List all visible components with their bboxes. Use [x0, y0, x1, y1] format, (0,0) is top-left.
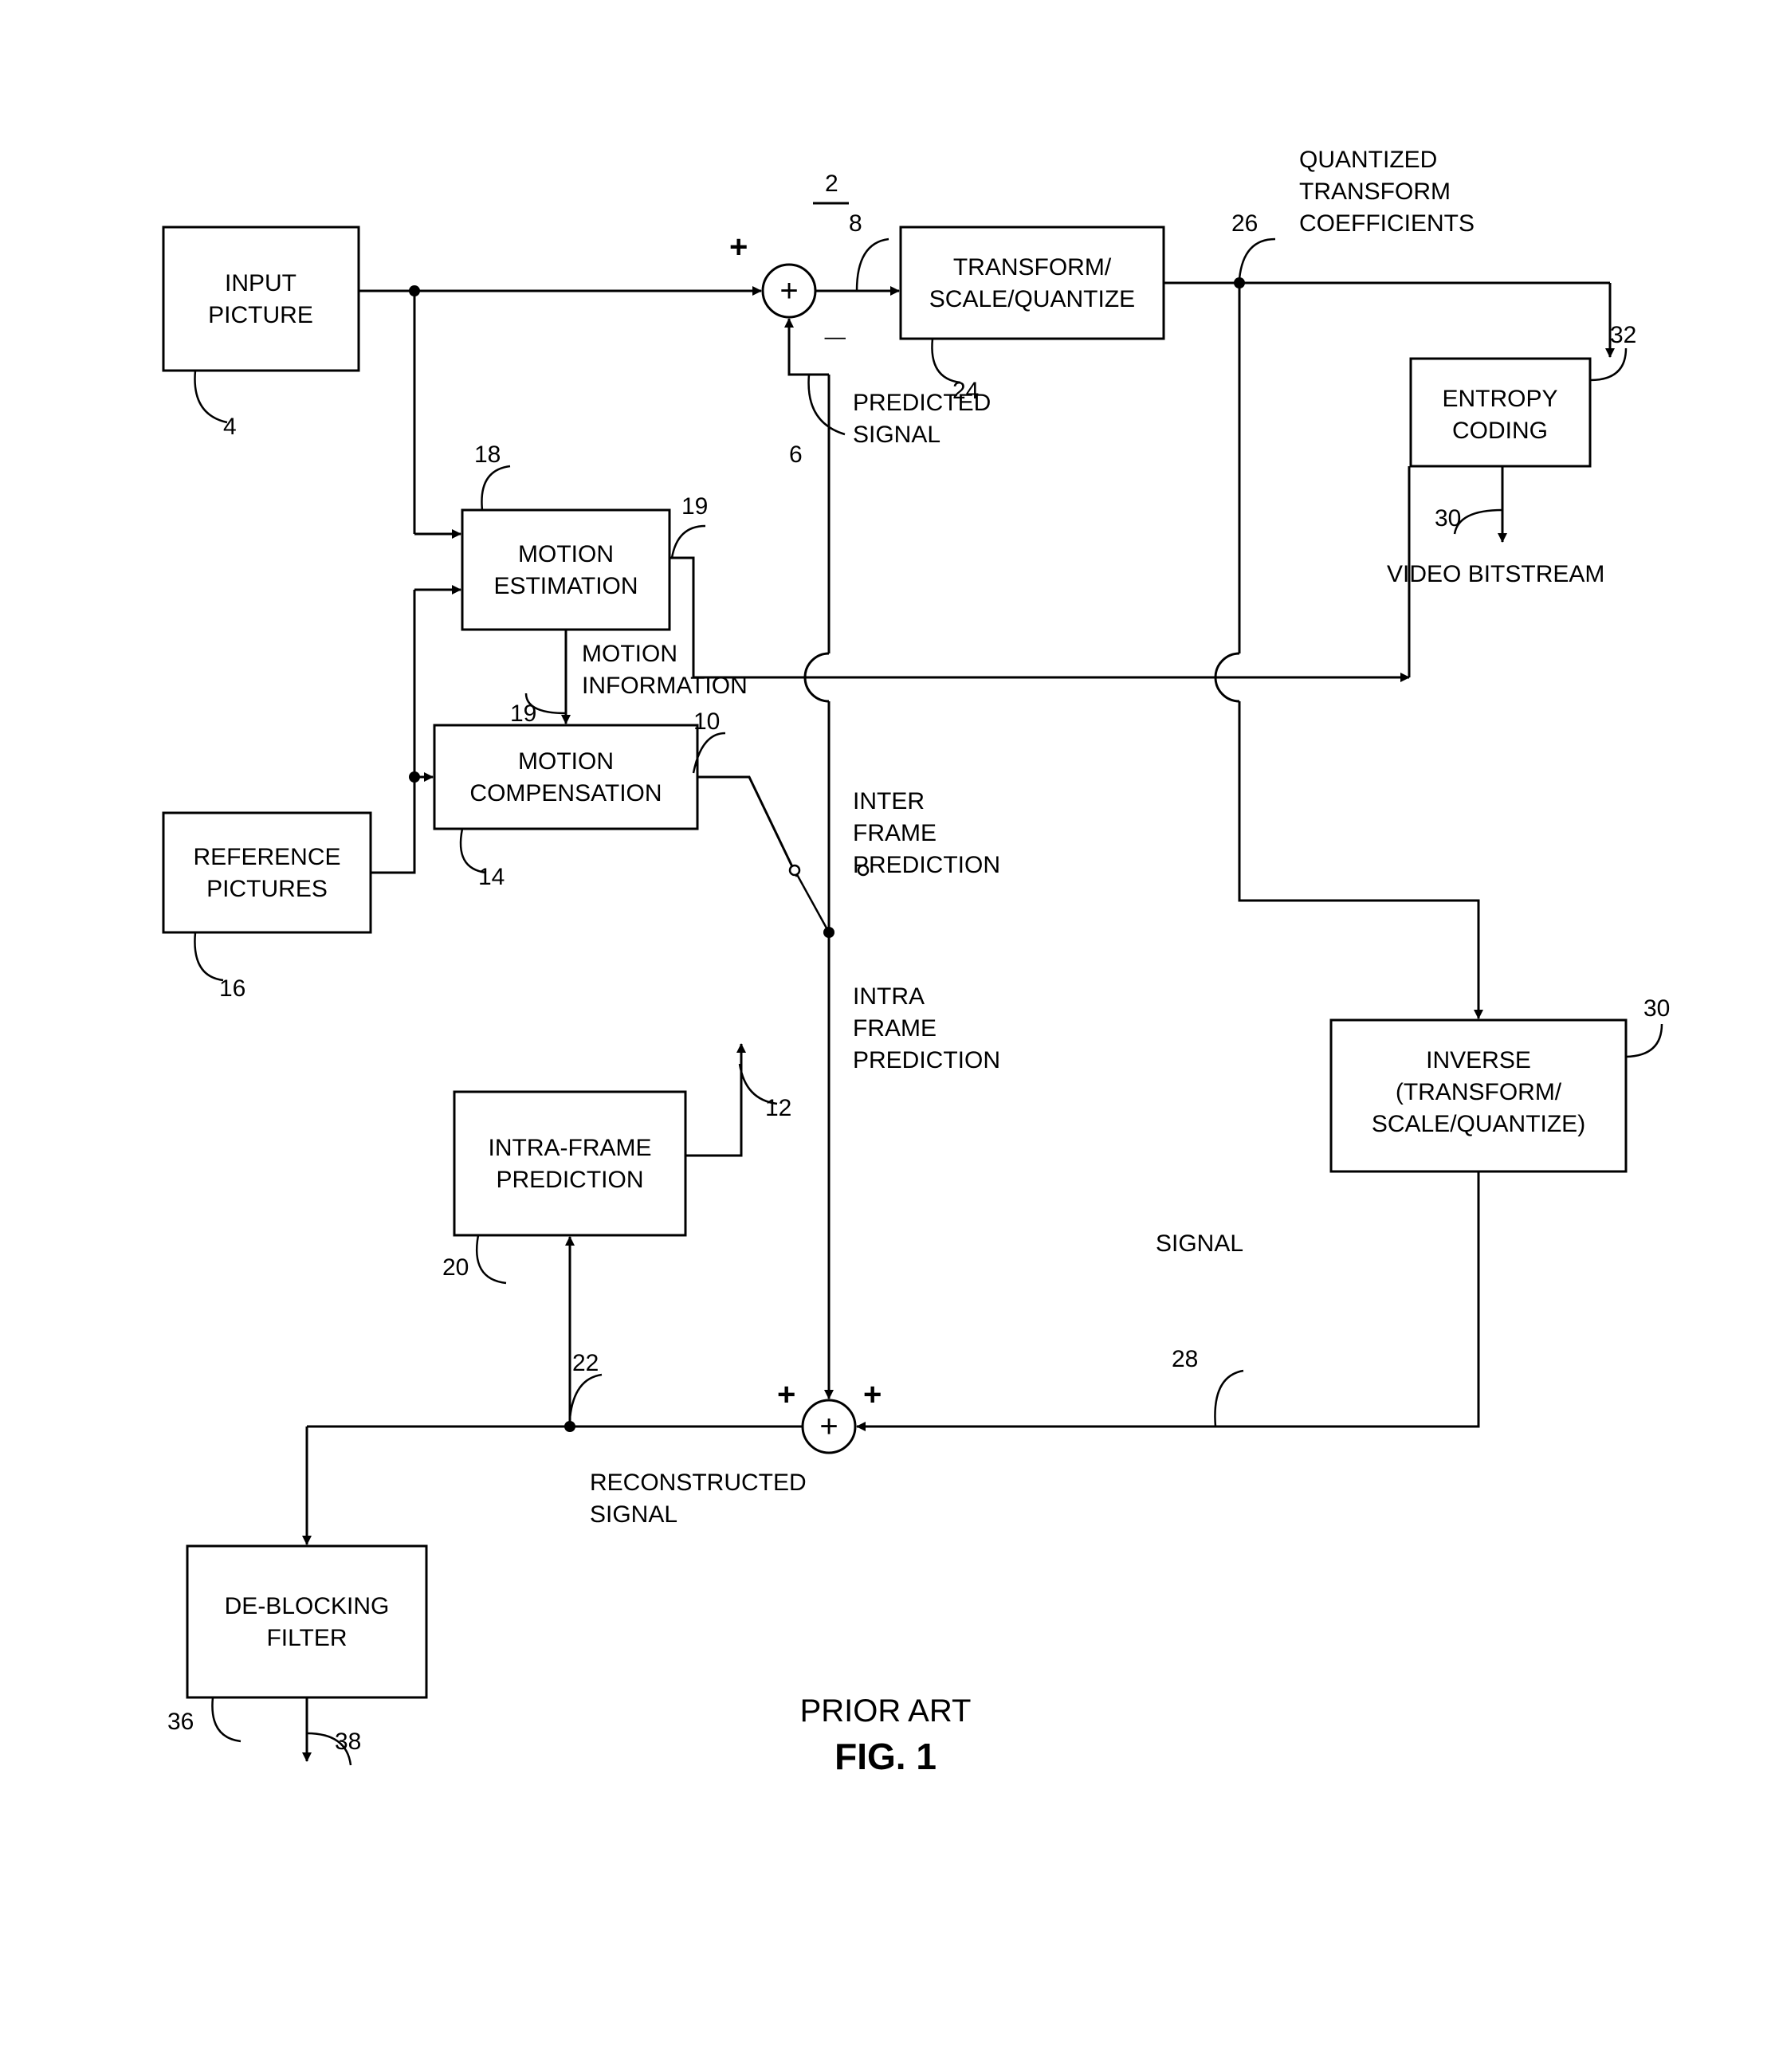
deblock-label-2: FILTER: [266, 1625, 347, 1651]
deblocking-filter-block: DE-BLOCKING FILTER: [187, 1546, 426, 1697]
motion-estimation-block: MOTION ESTIMATION: [462, 510, 670, 630]
ref-30a: 30: [1435, 505, 1461, 532]
wire-inverse-to-sum: [857, 1171, 1478, 1426]
quantized-label-1: QUANTIZED: [1299, 147, 1437, 173]
caption-prior-art: PRIOR ART: [800, 1693, 972, 1729]
ref-8: 8: [849, 210, 862, 237]
transform-block: TRANSFORM/ SCALE/QUANTIZE: [901, 227, 1164, 339]
intra-frame-label-2: PREDICTION: [496, 1167, 643, 1193]
motion-estimation-label-2: ESTIMATION: [493, 573, 638, 599]
caption-fig: FIG. 1: [834, 1736, 937, 1777]
ref-36: 36: [167, 1709, 194, 1735]
entropy-coding-block: ENTROPY CODING: [1411, 359, 1590, 466]
reference-pictures-block: REFERENCE PICTURES: [163, 813, 371, 932]
quantized-label-2: TRANSFORM: [1299, 179, 1451, 205]
wire-motion-info: [670, 558, 1409, 677]
ref-14: 14: [478, 864, 505, 890]
reference-pictures-label-1: REFERENCE: [193, 844, 340, 870]
inter-frame-label-1: INTER: [853, 788, 925, 814]
motion-compensation-label-1: MOTION: [518, 748, 614, 775]
transform-label-2: SCALE/QUANTIZE: [929, 286, 1135, 312]
input-picture-label-1: INPUT: [225, 270, 296, 296]
predicted-signal-label-2: SIGNAL: [853, 422, 940, 448]
inter-frame-label-2: FRAME: [853, 820, 937, 846]
ref-6: 6: [789, 441, 803, 468]
intra-label-1: INTRA: [853, 983, 925, 1010]
ref-28: 28: [1172, 1346, 1198, 1372]
ref-38: 38: [335, 1729, 361, 1755]
wire-ref-up: [371, 590, 414, 873]
motion-estimation-label-1: MOTION: [518, 541, 614, 567]
motion-compensation-block: MOTION COMPENSATION: [434, 725, 697, 829]
signal-label: SIGNAL: [1156, 1230, 1243, 1257]
svg-text:+: +: [779, 273, 798, 308]
inverse-label-2: (TRANSFORM/: [1396, 1079, 1562, 1105]
ref-20: 20: [442, 1254, 469, 1281]
ref-4: 4: [223, 414, 237, 440]
intra-label-2: FRAME: [853, 1015, 937, 1042]
input-picture-label-2: PICTURE: [208, 302, 313, 328]
minus-top: _: [824, 301, 846, 343]
video-bitstream-label: VIDEO BITSTREAM: [1387, 561, 1604, 587]
reconstructed-label-2: SIGNAL: [590, 1501, 677, 1528]
ref-22: 22: [572, 1350, 599, 1376]
ref-24: 24: [952, 378, 979, 404]
ref-16: 16: [219, 975, 245, 1002]
ref-32: 32: [1610, 322, 1636, 348]
deblock-label-1: DE-BLOCKING: [225, 1593, 390, 1619]
wire-mc-out: [697, 777, 797, 877]
intra-frame-prediction-block: INTRA-FRAME PREDICTION: [454, 1092, 685, 1235]
ref-2: 2: [825, 171, 838, 197]
intra-label-3: PREDICTION: [853, 1047, 1000, 1073]
reference-pictures-label-2: PICTURES: [206, 876, 328, 902]
wire-predicted-to-sum: [789, 319, 829, 375]
wire-intra-out: [685, 1044, 741, 1156]
ref-12: 12: [765, 1095, 791, 1121]
summation-top: +: [763, 265, 815, 317]
ref-18: 18: [474, 441, 501, 468]
quantized-label-3: COEFFICIENTS: [1299, 210, 1475, 237]
inter-frame-label-3: PREDICTION: [853, 852, 1000, 878]
inverse-transform-block: INVERSE (TRANSFORM/ SCALE/QUANTIZE): [1331, 1020, 1626, 1171]
input-picture-block: INPUT PICTURE: [163, 227, 359, 371]
motion-compensation-label-2: COMPENSATION: [469, 780, 662, 806]
inverse-label-1: INVERSE: [1426, 1047, 1531, 1073]
plus-bottom-right: +: [863, 1377, 882, 1412]
intra-frame-label-1: INTRA-FRAME: [489, 1135, 652, 1161]
entropy-label-1: ENTROPY: [1442, 386, 1557, 412]
motion-info-label-1: MOTION: [582, 641, 677, 667]
reconstructed-label-1: RECONSTRUCTED: [590, 1470, 807, 1496]
ref-19a: 19: [681, 493, 708, 520]
plus-bottom-left: +: [777, 1377, 795, 1412]
motion-info-label-2: INFORMATION: [582, 673, 748, 699]
ref-30b: 30: [1643, 995, 1670, 1022]
ref-10: 10: [693, 708, 720, 735]
wire-to-inverse-lower: [1239, 701, 1478, 1018]
plus-top-left: +: [729, 230, 748, 265]
ref-19b: 19: [510, 700, 536, 727]
ref-26: 26: [1231, 210, 1258, 237]
svg-text:+: +: [819, 1409, 838, 1444]
inverse-label-3: SCALE/QUANTIZE): [1372, 1111, 1585, 1137]
transform-label-1: TRANSFORM/: [953, 254, 1112, 281]
diagram-canvas: INPUT PICTURE MOTION ESTIMATION MOTION C…: [0, 0, 1771, 2072]
entropy-label-2: CODING: [1452, 418, 1548, 444]
summation-bottom: +: [803, 1400, 855, 1453]
